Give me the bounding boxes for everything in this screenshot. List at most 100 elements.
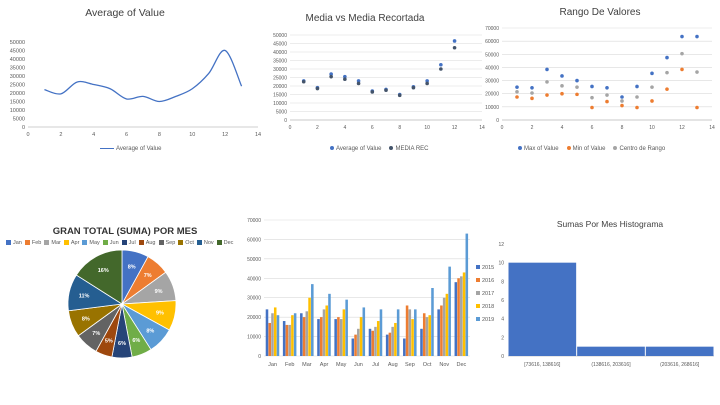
y-tick-label: 45000 [10, 49, 25, 55]
y-tick-label: 5000 [276, 110, 287, 116]
legend-item: MEDIA REC [389, 146, 429, 152]
legend-swatch [389, 146, 394, 151]
y-tick-label: 50000 [10, 40, 25, 46]
legend-swatch [100, 147, 114, 150]
legend-swatch [566, 146, 571, 151]
y-tick-label: 4 [501, 317, 504, 323]
y-tick-label: 6 [501, 298, 504, 304]
data-point [301, 79, 306, 84]
x-tick-label: 12 [452, 125, 458, 131]
data-point [384, 88, 388, 93]
bar [322, 309, 326, 356]
scatter-chart-svg: 0 10000 20000 30000 40000 50000 60000 70000 0 2 4 6… [485, 26, 715, 131]
bar [300, 313, 303, 356]
x-tick-label: Nov [439, 362, 449, 368]
clustered-bar-chart-svg: 0 10000 20000 30000 40000 50000 60000 70000 Jan F… [247, 218, 494, 368]
bar [368, 328, 372, 356]
y-tick-label: 40000 [485, 65, 499, 71]
bar [437, 309, 440, 356]
data-point [515, 89, 519, 94]
slice-percent-label: 7% [144, 273, 152, 279]
x-tick-label: 10 [189, 132, 195, 138]
y-tick-label: 70000 [247, 218, 261, 224]
y-tick-label: 0 [496, 118, 499, 124]
chart-average-of-value: Average of Value 0 5000 10000 15000 20000 250… [0, 0, 261, 170]
legend-item: Average of Value [330, 146, 381, 152]
data-point [575, 85, 579, 89]
data-point [530, 96, 534, 101]
bar [371, 330, 375, 356]
histogram-bar [508, 262, 577, 356]
data-point [530, 86, 534, 90]
y-tick-label: 40000 [273, 50, 287, 56]
data-point [452, 45, 457, 50]
data-point [695, 70, 699, 74]
x-tick-label: 6 [125, 132, 128, 138]
bar [291, 315, 294, 356]
bar [293, 313, 297, 356]
histogram-bar [645, 346, 714, 356]
x-tick-label: 2 [316, 125, 319, 131]
slice-percent-label: 6% [118, 341, 126, 347]
y-tick-label: 30000 [273, 67, 287, 73]
x-tick-label: (203616, 268616] [660, 362, 700, 368]
bar [302, 317, 306, 356]
slice-percent-label: 8% [128, 264, 136, 270]
bar [431, 288, 434, 356]
y-tick-label: 30000 [247, 296, 261, 302]
bar [379, 309, 383, 356]
bar [357, 328, 360, 356]
legend-label: Average of Value [116, 146, 162, 152]
slice-percent-label: 16% [98, 268, 109, 274]
y-tick-label: 30000 [485, 79, 499, 85]
x-tick-label: Mar [302, 362, 312, 368]
data-point [575, 92, 579, 97]
data-point [635, 95, 639, 99]
data-point [575, 78, 579, 83]
data-point [680, 34, 684, 39]
y-tick-label: 15000 [10, 100, 25, 106]
legend-swatch [518, 146, 522, 151]
bar [282, 321, 286, 356]
data-point [620, 99, 624, 103]
legend-label: Average of Value [336, 146, 382, 152]
data-point [545, 93, 549, 97]
x-tick-label: Jul [372, 362, 379, 368]
x-tick-label: 2 [531, 125, 534, 131]
x-tick-label: (138616, 203616] [591, 362, 631, 368]
chart-legend: Max of Value Min of Value Centro de Rango [518, 146, 673, 152]
x-tick-label: [73616, 138616] [524, 362, 561, 368]
chart-legend: Average of Value [100, 146, 169, 152]
x-tick-label: 8 [621, 125, 624, 131]
bar [273, 307, 277, 356]
data-point [329, 74, 333, 79]
y-tick-label: 35000 [273, 59, 287, 65]
bar [391, 326, 394, 356]
y-tick-label: 15000 [273, 93, 287, 99]
bar [271, 313, 274, 356]
y-tick-label: 60000 [247, 237, 261, 243]
bar [425, 317, 429, 356]
slice-percent-label: 7% [92, 331, 100, 337]
bar [362, 307, 366, 356]
histogram-bar [577, 346, 645, 356]
data-point [439, 62, 443, 67]
legend-label: Max of Value [524, 146, 559, 152]
bar [385, 334, 389, 356]
chart-media-vs-media-recortada: Media vs Media Recortada 0 5000 10000 15000… [250, 0, 485, 170]
y-tick-label: 10 [498, 261, 504, 267]
data-point [560, 91, 564, 96]
bar [440, 305, 443, 356]
bar [394, 322, 397, 356]
x-tick-label: 2 [59, 132, 62, 138]
y-tick-label: 50000 [247, 257, 261, 263]
data-point [515, 85, 519, 89]
y-tick-label: 8 [501, 279, 504, 285]
bar [319, 317, 323, 356]
data-point [343, 77, 347, 81]
y-tick-label: 10000 [485, 105, 499, 111]
data-point [315, 86, 320, 91]
bar [311, 284, 314, 356]
legend-item: Centro de Rango [613, 146, 665, 152]
y-tick-label: 20000 [247, 315, 261, 321]
